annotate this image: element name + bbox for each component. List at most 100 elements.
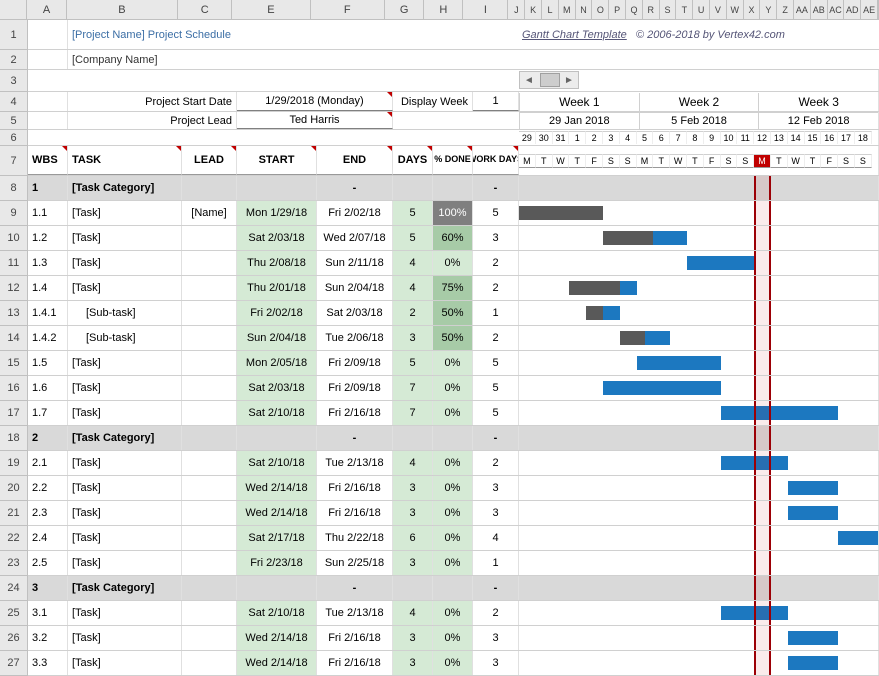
col-header[interactable]: W xyxy=(727,0,744,19)
workdays-cell[interactable]: 5 xyxy=(473,201,519,225)
project-title[interactable]: [Project Name] Project Schedule xyxy=(68,20,518,49)
pct-cell[interactable]: 50% xyxy=(433,301,473,325)
end-cell[interactable]: - xyxy=(317,576,393,600)
end-cell[interactable]: - xyxy=(317,176,393,200)
col-header[interactable]: Z xyxy=(777,0,794,19)
col-header[interactable]: L xyxy=(542,0,559,19)
workdays-cell[interactable]: 2 xyxy=(473,276,519,300)
display-week-value[interactable]: 1 xyxy=(473,92,519,111)
pct-cell[interactable]: 100% xyxy=(433,201,473,225)
col-header[interactable]: E xyxy=(232,0,310,19)
task-cell[interactable]: [Task] xyxy=(68,401,182,425)
pct-cell[interactable]: 0% xyxy=(433,351,473,375)
row-header[interactable]: 20 xyxy=(0,476,28,501)
pct-cell[interactable]: 75% xyxy=(433,276,473,300)
task-cell[interactable]: [Task] xyxy=(68,226,182,250)
lead-cell[interactable] xyxy=(182,251,237,275)
wbs-cell[interactable]: 3.1 xyxy=(28,601,68,625)
pct-cell[interactable]: 0% xyxy=(433,526,473,550)
lead-cell[interactable] xyxy=(182,651,237,675)
row-header[interactable]: 17 xyxy=(0,401,28,426)
wbs-cell[interactable]: 1.4.2 xyxy=(28,326,68,350)
gantt-bar[interactable] xyxy=(721,406,839,420)
week-scrollbar[interactable]: ◄ ► xyxy=(519,71,579,89)
pct-cell[interactable]: 0% xyxy=(433,601,473,625)
days-cell[interactable]: 4 xyxy=(393,451,433,475)
task-cell[interactable]: [Task] xyxy=(68,351,182,375)
workdays-cell[interactable]: 2 xyxy=(473,451,519,475)
wbs-cell[interactable]: 1.3 xyxy=(28,251,68,275)
col-header[interactable]: C xyxy=(178,0,232,19)
row-header[interactable]: 13 xyxy=(0,301,28,326)
row-header[interactable]: 1 xyxy=(0,20,28,50)
gantt-bar[interactable] xyxy=(603,381,721,395)
wbs-cell[interactable]: 2.3 xyxy=(28,501,68,525)
lead-cell[interactable] xyxy=(182,426,237,450)
col-header[interactable]: N xyxy=(576,0,593,19)
start-cell[interactable]: Wed 2/14/18 xyxy=(237,651,317,675)
col-header[interactable]: M xyxy=(559,0,576,19)
wbs-cell[interactable]: 2 xyxy=(28,426,68,450)
task-cell[interactable]: [Task] xyxy=(68,201,182,225)
lead-cell[interactable] xyxy=(182,351,237,375)
end-cell[interactable]: Fri 2/16/18 xyxy=(317,626,393,650)
row-header[interactable]: 25 xyxy=(0,601,28,626)
lead-cell[interactable] xyxy=(182,601,237,625)
gantt-bar[interactable] xyxy=(838,531,879,545)
start-date-value[interactable]: 1/29/2018 (Monday) xyxy=(237,92,393,111)
task-cell[interactable]: [Task] xyxy=(68,476,182,500)
gantt-bar[interactable] xyxy=(721,456,788,470)
task-cell[interactable]: [Task] xyxy=(68,551,182,575)
end-cell[interactable]: Fri 2/09/18 xyxy=(317,376,393,400)
end-cell[interactable]: Fri 2/16/18 xyxy=(317,401,393,425)
wbs-cell[interactable]: 1.6 xyxy=(28,376,68,400)
header-days[interactable]: DAYS xyxy=(393,146,433,175)
lead-cell[interactable] xyxy=(182,226,237,250)
gantt-bar[interactable] xyxy=(788,481,838,495)
row-header[interactable]: 26 xyxy=(0,626,28,651)
pct-cell[interactable] xyxy=(433,176,473,200)
col-header[interactable]: K xyxy=(525,0,542,19)
task-cell[interactable]: [Task] xyxy=(68,251,182,275)
end-cell[interactable]: Tue 2/13/18 xyxy=(317,451,393,475)
lead-cell[interactable] xyxy=(182,326,237,350)
end-cell[interactable]: Sun 2/25/18 xyxy=(317,551,393,575)
days-cell[interactable]: 4 xyxy=(393,276,433,300)
workdays-cell[interactable]: 5 xyxy=(473,401,519,425)
task-cell[interactable]: [Task] xyxy=(68,651,182,675)
scroll-thumb[interactable] xyxy=(540,73,560,87)
lead-cell[interactable] xyxy=(182,176,237,200)
lead-cell[interactable] xyxy=(182,451,237,475)
workdays-cell[interactable]: - xyxy=(473,576,519,600)
workdays-cell[interactable]: 2 xyxy=(473,251,519,275)
start-cell[interactable]: Wed 2/14/18 xyxy=(237,626,317,650)
pct-cell[interactable]: 0% xyxy=(433,626,473,650)
col-header[interactable]: A xyxy=(27,0,66,19)
col-header[interactable]: X xyxy=(744,0,761,19)
task-cell[interactable]: [Task] xyxy=(68,451,182,475)
pct-cell[interactable]: 50% xyxy=(433,326,473,350)
start-cell[interactable] xyxy=(237,576,317,600)
col-header[interactable]: Q xyxy=(626,0,643,19)
row-header[interactable]: 27 xyxy=(0,651,28,676)
lead-cell[interactable] xyxy=(182,526,237,550)
gantt-bar[interactable] xyxy=(788,631,838,645)
gantt-bar[interactable] xyxy=(519,206,603,220)
wbs-cell[interactable]: 1.2 xyxy=(28,226,68,250)
days-cell[interactable]: 3 xyxy=(393,326,433,350)
wbs-cell[interactable]: 1.4.1 xyxy=(28,301,68,325)
row-header[interactable]: 10 xyxy=(0,226,28,251)
row-header[interactable]: 5 xyxy=(0,112,28,130)
lead-cell[interactable] xyxy=(182,376,237,400)
wbs-cell[interactable]: 3.2 xyxy=(28,626,68,650)
task-cell[interactable]: [Task Category] xyxy=(68,426,182,450)
task-cell[interactable]: [Task Category] xyxy=(68,176,182,200)
wbs-cell[interactable]: 3.3 xyxy=(28,651,68,675)
header-lead[interactable]: LEAD xyxy=(182,146,237,175)
days-cell[interactable]: 5 xyxy=(393,201,433,225)
workdays-cell[interactable]: 3 xyxy=(473,651,519,675)
col-header[interactable]: G xyxy=(385,0,424,19)
lead-cell[interactable]: [Name] xyxy=(182,201,237,225)
end-cell[interactable]: Fri 2/16/18 xyxy=(317,651,393,675)
pct-cell[interactable]: 0% xyxy=(433,551,473,575)
